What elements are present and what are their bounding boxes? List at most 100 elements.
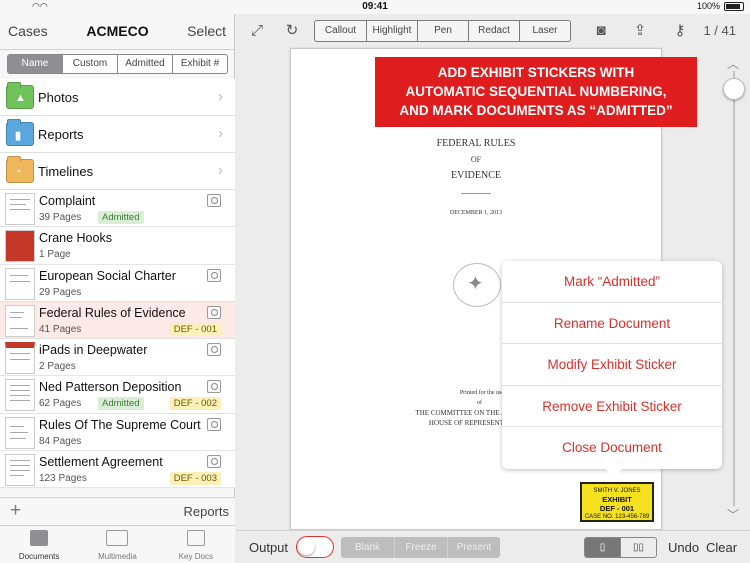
folder-timelines[interactable]: ◔ Timelines ›: [0, 153, 235, 190]
page-title: FEDERAL RULES OF EVIDENCE: [290, 136, 662, 184]
sort-admitted-segment[interactable]: Admitted: [117, 55, 172, 73]
document-list-panel: Cases ACMECO Select Name Custom Admitted…: [0, 14, 235, 563]
document-page-count: 41 Pages: [39, 323, 82, 335]
document-thumbnail: [5, 193, 35, 225]
remove-exhibit-sticker-menu-item[interactable]: Remove Exhibit Sticker: [502, 386, 722, 428]
footer-line: HOUSE OF REPRESENT: [428, 419, 504, 427]
search-icon[interactable]: [207, 194, 221, 207]
share-icon[interactable]: ⇪: [632, 23, 648, 39]
document-page-count: 62 Pages: [39, 398, 82, 410]
document-row-selected[interactable]: Federal Rules of Evidence 41 Pages DEF -…: [0, 301, 235, 340]
camera-icon[interactable]: ◙: [593, 23, 609, 39]
page-view-control: ▯ ▯▯: [584, 537, 657, 558]
freeze-mode-button[interactable]: Freeze: [394, 537, 447, 558]
page-date: DECEMBER 1, 2013: [449, 210, 503, 216]
search-icon[interactable]: [207, 380, 221, 394]
tab-label: Multimedia: [98, 552, 137, 561]
folder-photos[interactable]: ▲ Photos ›: [0, 79, 235, 116]
banner-line: ADD EXHIBIT STICKERS WITH: [437, 65, 635, 80]
rotate-icon[interactable]: ↻: [284, 23, 300, 39]
chevron-up-icon[interactable]: ︿: [727, 55, 739, 72]
battery-percent: 100%: [696, 1, 720, 11]
sort-custom-segment[interactable]: Custom: [62, 55, 117, 73]
present-mode-button[interactable]: Present: [447, 537, 500, 558]
key-docs-icon: [186, 530, 205, 546]
folder-label: Photos: [38, 90, 79, 105]
exhibit-sticker[interactable]: SMITH V. JONES EXHIBIT DEF - 001 CASE NO…: [580, 482, 654, 522]
folder-reports[interactable]: ▮ Reports ›: [0, 116, 235, 153]
undo-button[interactable]: Undo: [668, 540, 699, 555]
sort-exhibit-segment[interactable]: Exhibit #: [172, 55, 227, 73]
timelines-folder-icon: ◔: [6, 156, 34, 183]
search-icon[interactable]: [207, 268, 221, 282]
sort-segmented-control: Name Custom Admitted Exhibit #: [7, 54, 228, 74]
tab-key-docs[interactable]: Key Docs: [157, 526, 235, 563]
single-page-icon[interactable]: ▯: [585, 538, 620, 557]
mark-admitted-menu-item[interactable]: Mark “Admitted”: [502, 261, 722, 303]
document-context-menu: Mark “Admitted” Rename Document Modify E…: [502, 261, 722, 477]
tab-label: Documents: [18, 552, 60, 561]
page-title-line: EVIDENCE: [451, 170, 501, 181]
document-row[interactable]: Settlement Agreement 123 Pages DEF - 003: [0, 451, 235, 489]
document-row[interactable]: Crane Hooks 1 Page: [0, 227, 235, 265]
document-name: Rules Of The Supreme Court: [39, 417, 201, 432]
document-page-count: 1 Page: [39, 249, 71, 261]
document-page-count: 2 Pages: [39, 361, 76, 373]
presentation-bar: Output Blank Freeze Present ▯ ▯▯ Undo Cl…: [236, 530, 750, 563]
navigation-bar: Cases ACMECO Select: [0, 14, 234, 50]
sort-name-segment[interactable]: Name: [8, 55, 62, 73]
page-title-line: FEDERAL RULES: [436, 138, 516, 149]
search-icon[interactable]: [207, 455, 221, 469]
output-toggle[interactable]: [296, 536, 334, 558]
document-thumbnail: [5, 342, 35, 375]
callout-tool-button[interactable]: Callout: [315, 21, 366, 41]
laser-tool-button[interactable]: Laser: [519, 21, 570, 41]
tab-documents[interactable]: Documents: [0, 526, 78, 563]
scrubber-knob[interactable]: [723, 78, 745, 100]
search-icon[interactable]: [207, 305, 221, 319]
close-document-menu-item[interactable]: Close Document: [502, 427, 722, 469]
document-row[interactable]: Rules Of The Supreme Court 84 Pages: [0, 413, 235, 452]
page-scrubber[interactable]: ︿ ﹀: [723, 55, 745, 525]
document-page-count: 29 Pages: [39, 286, 82, 298]
highlight-tool-button[interactable]: Highlight: [366, 21, 417, 41]
chevron-down-icon[interactable]: ﹀: [727, 506, 739, 523]
two-page-icon[interactable]: ▯▯: [620, 538, 656, 557]
tab-multimedia[interactable]: Multimedia: [78, 526, 156, 563]
expand-icon[interactable]: ⤢: [249, 23, 265, 39]
document-row[interactable]: Complaint 39 Pages Admitted: [0, 190, 235, 228]
reports-folder-icon: ▮: [6, 119, 34, 146]
document-page-count: 123 Pages: [39, 473, 87, 485]
pen-tool-button[interactable]: Pen: [417, 21, 468, 41]
page-title-line: OF: [470, 155, 482, 164]
select-button[interactable]: Select: [187, 23, 226, 39]
folder-label: Timelines: [38, 164, 94, 179]
document-name: Ned Patterson Deposition: [39, 380, 182, 395]
search-icon[interactable]: [207, 417, 221, 431]
document-list: ▲ Photos › ▮ Reports › ◔ Timelines › Com…: [0, 79, 235, 489]
footer-line: THE COMMITTEE ON THE J: [415, 409, 504, 417]
rename-document-menu-item[interactable]: Rename Document: [502, 303, 722, 345]
blank-mode-button[interactable]: Blank: [341, 537, 394, 558]
document-thumbnail: [5, 230, 35, 263]
document-thumbnail: [5, 304, 35, 337]
battery-icon: [724, 2, 744, 11]
modify-exhibit-sticker-menu-item[interactable]: Modify Exhibit Sticker: [502, 344, 722, 386]
admitted-badge: Admitted: [98, 211, 144, 224]
document-row[interactable]: European Social Charter 29 Pages: [0, 264, 235, 302]
key-icon[interactable]: ⚷: [669, 23, 691, 39]
multimedia-icon: [106, 530, 129, 546]
reports-button[interactable]: Reports: [183, 504, 229, 519]
title-divider: [461, 193, 491, 194]
document-name: iPads in Deepwater: [39, 343, 148, 358]
document-row[interactable]: Ned Patterson Deposition 62 Pages Admitt…: [0, 376, 235, 414]
exhibit-badge: DEF - 002: [169, 397, 221, 411]
add-button[interactable]: +: [10, 500, 21, 522]
document-name: Crane Hooks: [39, 231, 112, 246]
search-icon[interactable]: [207, 343, 221, 357]
clear-button[interactable]: Clear: [706, 540, 737, 555]
tab-label: Key Docs: [178, 552, 213, 561]
document-thumbnail: [5, 454, 35, 487]
document-row[interactable]: iPads in Deepwater 2 Pages: [0, 339, 235, 377]
redact-tool-button[interactable]: Redact: [468, 21, 519, 41]
